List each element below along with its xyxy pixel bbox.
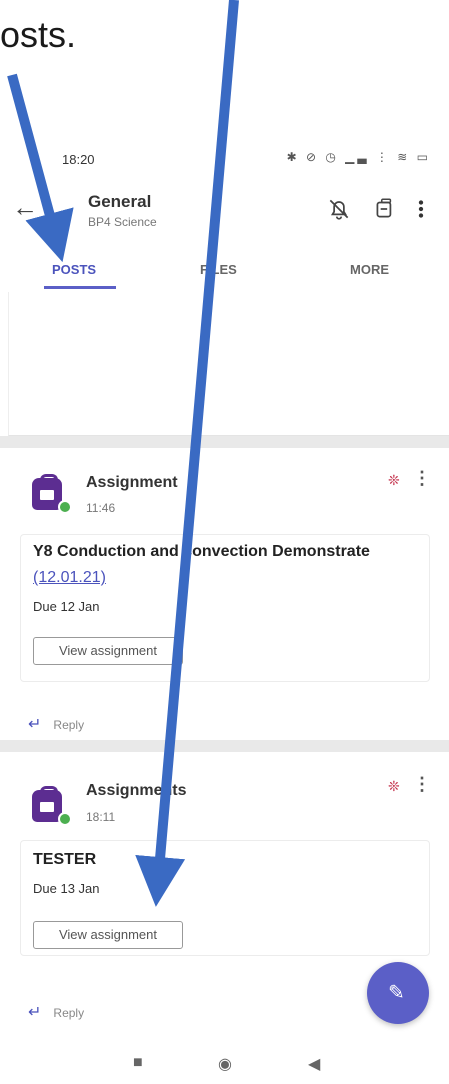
assignment-title: TESTER: [33, 851, 97, 868]
status-time: 18:20: [62, 152, 95, 167]
reply-button[interactable]: ↵ Reply: [28, 714, 84, 734]
channel-header: ← General BP4 Science: [0, 180, 449, 240]
view-assignment-button[interactable]: View assignment: [33, 921, 183, 949]
reply-arrow-icon: ↵: [28, 1004, 42, 1021]
assignment-card: Y8 Conduction and convection Demonstrate…: [20, 534, 430, 682]
tab-posts[interactable]: POSTS: [52, 262, 96, 277]
circle-icon[interactable]: ◉: [218, 1054, 232, 1074]
assignment-card: TESTER Due 13 Jan View assignment: [20, 840, 430, 956]
post-more-icon[interactable]: ⋮: [413, 774, 431, 795]
new-post-button[interactable]: ✎: [367, 962, 429, 1024]
tab-bar: POSTS FILES MORE: [0, 250, 449, 290]
bell-off-icon[interactable]: [326, 196, 352, 222]
post-author: Assignment: [86, 474, 178, 491]
reaction-icon[interactable]: ❊: [388, 778, 400, 795]
meeting-icon[interactable]: [372, 196, 398, 222]
presence-available-icon: [58, 500, 72, 514]
channel-subtitle: BP4 Science: [88, 215, 157, 229]
assignment-date-link[interactable]: (12.01.21): [33, 569, 106, 587]
reply-button[interactable]: ↵ Reply: [28, 1002, 84, 1022]
post-author: Assignments: [86, 782, 187, 799]
square-icon[interactable]: ■: [133, 1054, 143, 1072]
post-more-icon[interactable]: ⋮: [413, 468, 431, 489]
channel-title: General: [88, 192, 152, 211]
reply-label: Reply: [53, 718, 85, 732]
post-time: 18:11: [86, 810, 116, 824]
tab-more[interactable]: MORE: [350, 262, 389, 277]
presence-available-icon: [58, 812, 72, 826]
reaction-icon[interactable]: ❊: [388, 472, 400, 489]
arrow-left-icon[interactable]: ←: [12, 192, 38, 223]
post-time: 11:46: [86, 501, 116, 515]
assignment-title: Y8 Conduction and convection Demonstrate: [33, 543, 370, 560]
assignment-due: Due 13 Jan: [33, 881, 100, 896]
caption-text: osts.: [0, 14, 77, 55]
status-bar: 18:20 ✱ ⊘ ◷ ▁▃ ⋮ ≋ ▭: [0, 140, 449, 176]
status-icons: ✱ ⊘ ◷ ▁▃ ⋮ ≋ ▭: [286, 150, 431, 164]
post-card: Assignment 11:46 ❊ ⋮ Y8 Conduction and c…: [0, 448, 449, 736]
active-tab-indicator: [44, 286, 116, 289]
overflow-menu-icon[interactable]: [408, 196, 434, 222]
system-nav-bar: ■ ◉ ◀: [0, 1044, 449, 1084]
previous-post-area: [8, 292, 449, 436]
post-divider: [0, 436, 449, 448]
triangle-back-icon[interactable]: ◀: [308, 1054, 320, 1074]
post-divider: [0, 740, 449, 752]
view-assignment-button[interactable]: View assignment: [33, 637, 183, 665]
reply-arrow-icon: ↵: [28, 716, 42, 733]
assignment-due: Due 12 Jan: [33, 599, 100, 614]
compose-icon: ✎: [388, 982, 405, 1004]
tab-files[interactable]: FILES: [200, 262, 237, 277]
reply-label: Reply: [53, 1006, 85, 1020]
